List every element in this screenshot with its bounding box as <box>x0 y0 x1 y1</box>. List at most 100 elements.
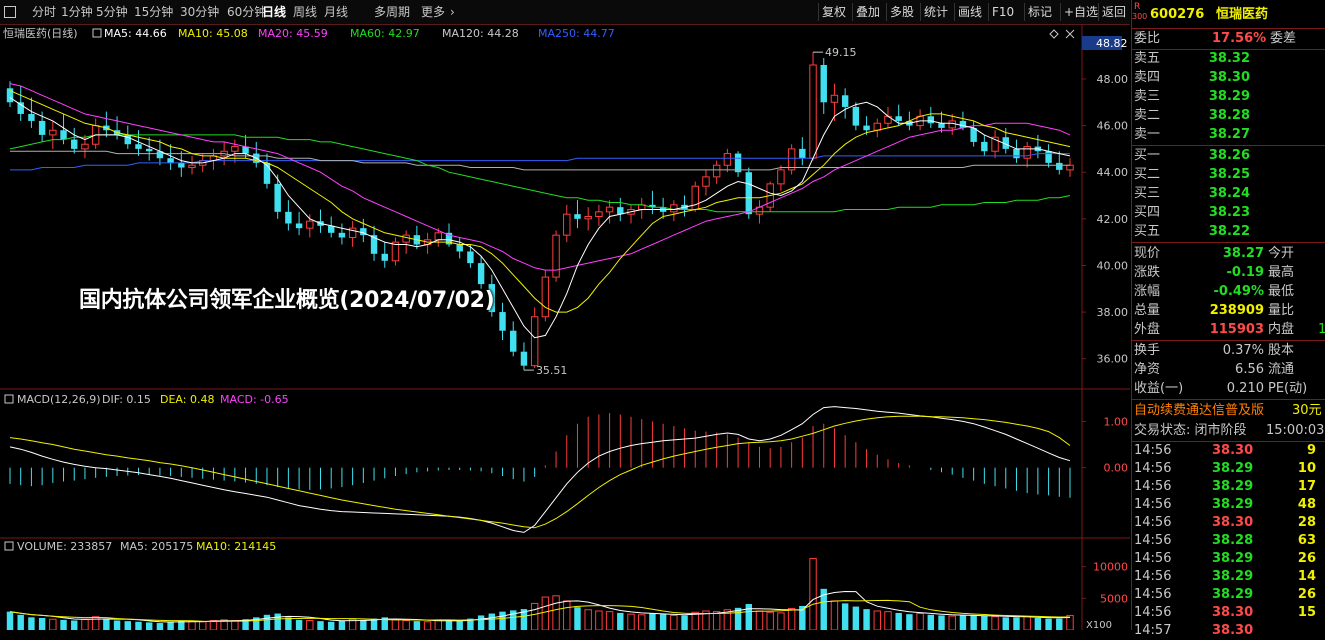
sell-price[interactable]: 38.27 <box>1192 126 1250 144</box>
stock-name[interactable]: 恒瑞医药 <box>1216 6 1268 24</box>
candle-body <box>723 153 732 166</box>
period-tab-7[interactable]: 周线 <box>293 3 317 21</box>
sell-label: 卖二 <box>1134 108 1161 123</box>
more-chevron-icon[interactable]: › <box>450 3 455 21</box>
quote-label-right: 内盘 <box>1268 322 1295 337</box>
low-label: 35.51 <box>536 364 568 377</box>
volume-bar <box>456 621 463 630</box>
stat-label: 净资 <box>1134 362 1161 377</box>
candle-body <box>263 162 271 184</box>
period-tab-6[interactable]: 日线 <box>262 3 286 21</box>
sell-label: 卖一 <box>1134 127 1161 142</box>
stock-code[interactable]: 600276 <box>1150 6 1204 24</box>
sell-price[interactable]: 38.28 <box>1192 107 1250 125</box>
sell-price[interactable]: 38.32 <box>1192 50 1250 68</box>
volume-bar <box>328 621 335 630</box>
volume-bar <box>863 609 870 630</box>
quote-value: 238909 <box>1209 303 1264 318</box>
toolbar-button-1[interactable]: 叠加 <box>852 3 883 21</box>
close-panel-icon <box>1065 29 1075 39</box>
candle-body <box>274 183 281 212</box>
buy-label: 买一 <box>1134 148 1161 163</box>
volume-bar <box>1013 617 1020 630</box>
volume-bar <box>895 612 902 630</box>
tick-volume: 10 <box>1297 461 1316 476</box>
period-tab-4[interactable]: 30分钟 <box>180 3 219 21</box>
volume-bar <box>423 621 432 631</box>
toolbar-button-2[interactable]: 多股 <box>886 3 917 21</box>
toolbar-button-3[interactable]: 统计 <box>920 3 951 21</box>
period-tab-0[interactable]: 分时 <box>32 3 56 21</box>
sell-price[interactable]: 38.30 <box>1192 69 1250 87</box>
candle-body <box>852 106 860 126</box>
buy-price[interactable]: 38.22 <box>1192 223 1250 241</box>
volume-bar <box>188 620 196 631</box>
volume-ma5: MA5: 205175 <box>120 540 193 553</box>
period-tab-8[interactable]: 月线 <box>324 3 348 21</box>
volume-bar <box>755 610 764 631</box>
volume-bar <box>402 620 410 631</box>
ad-text[interactable]: 自动续费通达信普及版 <box>1134 402 1264 420</box>
tick-volume: 26 <box>1297 551 1316 566</box>
volume-bar <box>906 614 913 630</box>
sell-price[interactable]: 38.29 <box>1192 88 1250 106</box>
candle-body <box>60 130 67 140</box>
buy-price[interactable]: 38.23 <box>1192 204 1250 222</box>
home-icon[interactable] <box>4 6 16 18</box>
candle-body <box>1056 162 1063 170</box>
volume-bar <box>884 611 892 631</box>
period-tab-10[interactable]: 更多 <box>421 3 445 21</box>
toolbar-button-5[interactable]: F10 <box>988 3 1017 21</box>
toolbar-button-8[interactable]: 返回 <box>1098 3 1129 21</box>
kline-chart-area[interactable]: 恒瑞医药(日线) MA5: 44.66 MA10: 45.08 MA20: 45.59… <box>0 24 1130 631</box>
stat-value: 0.210 <box>1226 381 1264 396</box>
volume-bar <box>317 621 324 630</box>
price-axis-label: 40.00 <box>1097 259 1129 272</box>
tick-time: 14:56 <box>1134 461 1172 476</box>
buy-price[interactable]: 38.26 <box>1192 147 1250 165</box>
period-tab-9[interactable]: 多周期 <box>374 3 410 21</box>
status-label: 交易状态: 闭市阶段 <box>1134 423 1247 438</box>
buy-label: 买二 <box>1134 167 1161 182</box>
ma20-line <box>9 83 1071 271</box>
stat-label-right: PE(动) <box>1268 381 1308 396</box>
volume-title: VOLUME: 233857 <box>17 540 112 553</box>
volume-bar <box>563 600 571 631</box>
volume-bar <box>434 620 442 631</box>
period-tab-5[interactable]: 60分钟 <box>227 3 266 21</box>
ad-price[interactable]: 30元 <box>1292 402 1322 420</box>
candle-body <box>381 253 388 261</box>
volume-bar <box>809 557 817 631</box>
tick-volume: 63 <box>1297 533 1316 548</box>
buy-label: 买三 <box>1134 186 1161 201</box>
volume-bar <box>38 617 46 630</box>
toolbar-button-6[interactable]: 标记 <box>1024 3 1055 21</box>
period-tab-1[interactable]: 1分钟 <box>61 3 93 21</box>
candle-body <box>510 330 517 352</box>
quote-label-right: 量比 <box>1268 303 1295 318</box>
candle-body <box>1013 148 1020 159</box>
buy-price[interactable]: 38.25 <box>1192 166 1250 184</box>
buy-price[interactable]: 38.24 <box>1192 185 1250 203</box>
candle-body <box>28 113 35 121</box>
candle-body <box>231 146 239 152</box>
candle-body <box>563 213 571 236</box>
toolbar-button-7[interactable]: +自选 <box>1060 3 1101 21</box>
toolbar-button-4[interactable]: 画线 <box>954 3 985 21</box>
toolbar-button-0[interactable]: 复权 <box>818 3 849 21</box>
chart-svg[interactable]: 恒瑞医药(日线) MA5: 44.66 MA10: 45.08 MA20: 45.59… <box>0 24 1130 631</box>
candle-body <box>605 206 614 213</box>
volume-bar <box>274 613 281 630</box>
volume-bar <box>391 619 400 631</box>
candle-body <box>285 211 292 224</box>
quote-label: 总量 <box>1134 303 1161 318</box>
period-tab-2[interactable]: 5分钟 <box>96 3 128 21</box>
dea-line <box>9 415 1071 529</box>
tick-time: 14:57 <box>1134 623 1172 638</box>
period-tab-3[interactable]: 15分钟 <box>134 3 173 21</box>
volume-bar <box>145 622 153 630</box>
candle-body <box>328 225 335 233</box>
candle-body <box>338 232 346 238</box>
tick-time: 14:56 <box>1134 551 1172 566</box>
volume-bar <box>777 612 785 631</box>
